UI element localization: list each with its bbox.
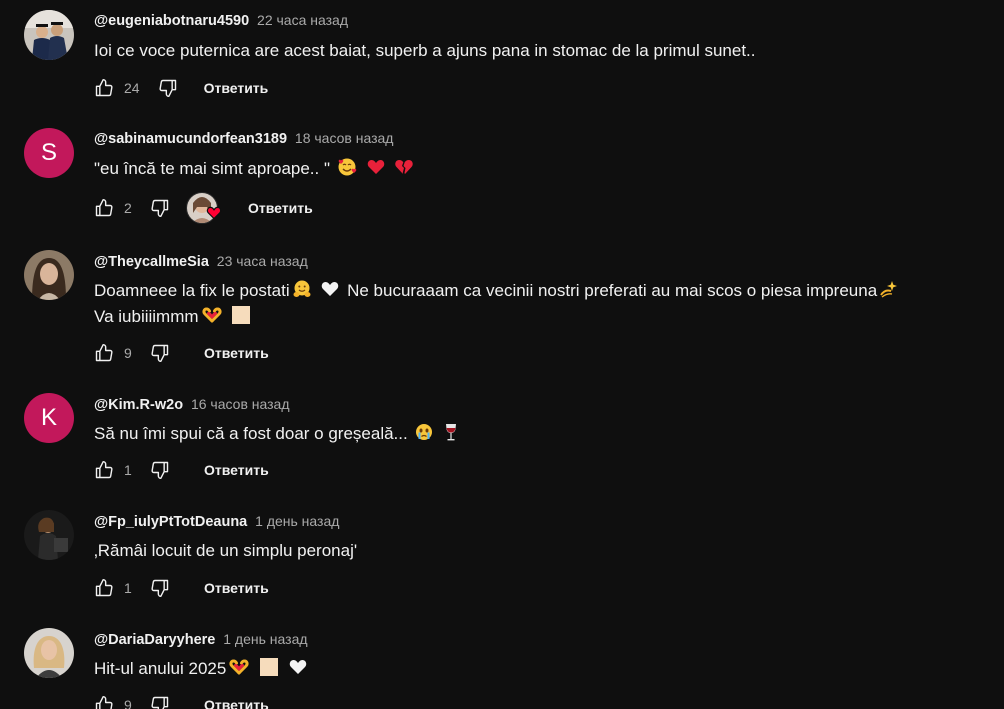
avatar[interactable]: K [24, 393, 74, 443]
light-skin-tone-square-emoji [259, 657, 279, 685]
comment-header: @TheycallmeSia 23 часа назад [94, 252, 308, 271]
heart-icon [206, 205, 222, 226]
author-name[interactable]: @sabinamucundorfean3189 [94, 131, 287, 147]
dislike-icon[interactable] [150, 695, 170, 709]
comment-header: @eugeniabotnaru4590 22 часа назад [94, 11, 348, 30]
comment-text-row: Va iubiiiimmm [94, 304, 253, 333]
like-icon[interactable] [94, 578, 114, 598]
author-name[interactable]: @TheycallmeSia [94, 254, 209, 270]
hugging-face-emoji [292, 279, 312, 307]
heart-hands-emoji [201, 305, 223, 333]
avatar[interactable] [24, 510, 74, 560]
author-name[interactable]: @Fp_iulyPtTotDeauna [94, 514, 247, 530]
broken-heart-emoji [394, 157, 414, 185]
comment-text: "eu încă te mai simt aproape.. " [94, 159, 331, 178]
like-count: 1 [124, 580, 132, 596]
like-icon[interactable] [94, 460, 114, 480]
comment-header: @sabinamucundorfean3189 18 часов назад [94, 129, 393, 148]
comment-actions: 9 Ответить [94, 693, 269, 709]
comment-header: @DariaDaryyhere 1 день назад [94, 630, 308, 649]
avatar[interactable] [24, 250, 74, 300]
white-heart-emoji [288, 657, 308, 685]
comment-actions: 1 Ответить [94, 458, 269, 482]
avatar[interactable]: S [24, 128, 74, 178]
avatar-letter: S [40, 139, 57, 166]
dislike-icon[interactable] [150, 460, 170, 480]
author-name[interactable]: @DariaDaryyhere [94, 632, 215, 648]
comment-text-row: Doamneee la fix le postati Ne bucuraaam … [94, 278, 901, 307]
timestamp[interactable]: 1 день назад [255, 513, 339, 529]
white-heart-emoji [320, 279, 340, 307]
dislike-icon[interactable] [150, 343, 170, 363]
light-skin-tone-square-emoji [231, 305, 251, 333]
timestamp[interactable]: 22 часа назад [257, 12, 348, 28]
comment-text-row: Să nu îmi spui că a fost doar o greșeală… [94, 421, 461, 450]
comment-text: Să nu îmi spui că a fost doar o greșeală… [94, 424, 408, 443]
heart-hands-emoji [228, 657, 250, 685]
reply-button[interactable]: Ответить [204, 462, 269, 478]
comment-text: Ioi ce voce puternica are acest baiat, s… [94, 41, 756, 60]
comment-header: @Fp_iulyPtTotDeauna 1 день назад [94, 512, 339, 531]
comment-text: ‚Rămâi locuit de un simplu peronaj' [94, 541, 358, 560]
like-count: 9 [124, 345, 132, 361]
comment-header: @Kim.R-w2o 16 часов назад [94, 395, 290, 414]
like-count: 2 [124, 200, 132, 216]
author-name[interactable]: @Kim.R-w2o [94, 397, 183, 413]
reply-button[interactable]: Ответить [248, 200, 313, 216]
dislike-icon[interactable] [150, 198, 170, 218]
comment-actions: 2 Ответить [94, 192, 313, 224]
like-count: 24 [124, 80, 140, 96]
comment-actions: 9 Ответить [94, 341, 269, 365]
dislike-icon[interactable] [158, 78, 178, 98]
author-name[interactable]: @eugeniabotnaru4590 [94, 13, 249, 29]
comment-text: Doamneee la fix le postati [94, 281, 290, 300]
wine-glass-emoji [443, 422, 459, 450]
creator-heart-badge [186, 192, 222, 224]
like-icon[interactable] [94, 343, 114, 363]
comment-text: Va iubiiiimmm [94, 307, 199, 326]
smiling-face-with-hearts-emoji [337, 157, 357, 185]
avatar[interactable] [24, 10, 74, 60]
reply-button[interactable]: Ответить [204, 80, 269, 96]
like-count: 1 [124, 462, 132, 478]
timestamp[interactable]: 23 часа назад [217, 253, 308, 269]
avatar[interactable] [24, 628, 74, 678]
crying-face-emoji [414, 422, 434, 450]
reply-button[interactable]: Ответить [204, 697, 269, 709]
timestamp[interactable]: 1 день назад [223, 631, 307, 647]
reply-button[interactable]: Ответить [204, 345, 269, 361]
comment-text: Hit-ul anului 2025 [94, 659, 227, 678]
comment-text-row: Hit-ul anului 2025 [94, 656, 310, 685]
dizzy-emoji [879, 279, 899, 307]
comment-text-row: "eu încă te mai simt aproape.. " [94, 156, 416, 185]
comment-actions: 1 Ответить [94, 576, 269, 600]
like-icon[interactable] [94, 78, 114, 98]
red-heart-emoji [366, 157, 386, 185]
like-count: 9 [124, 697, 132, 709]
dislike-icon[interactable] [150, 578, 170, 598]
avatar-letter: K [40, 404, 57, 431]
like-icon[interactable] [94, 695, 114, 709]
timestamp[interactable]: 18 часов назад [295, 130, 394, 146]
timestamp[interactable]: 16 часов назад [191, 396, 290, 412]
like-icon[interactable] [94, 198, 114, 218]
comment-text: Ne bucuraaam ca vecinii nostri preferati… [347, 281, 878, 300]
comment-actions: 24 Ответить [94, 76, 268, 100]
reply-button[interactable]: Ответить [204, 580, 269, 596]
